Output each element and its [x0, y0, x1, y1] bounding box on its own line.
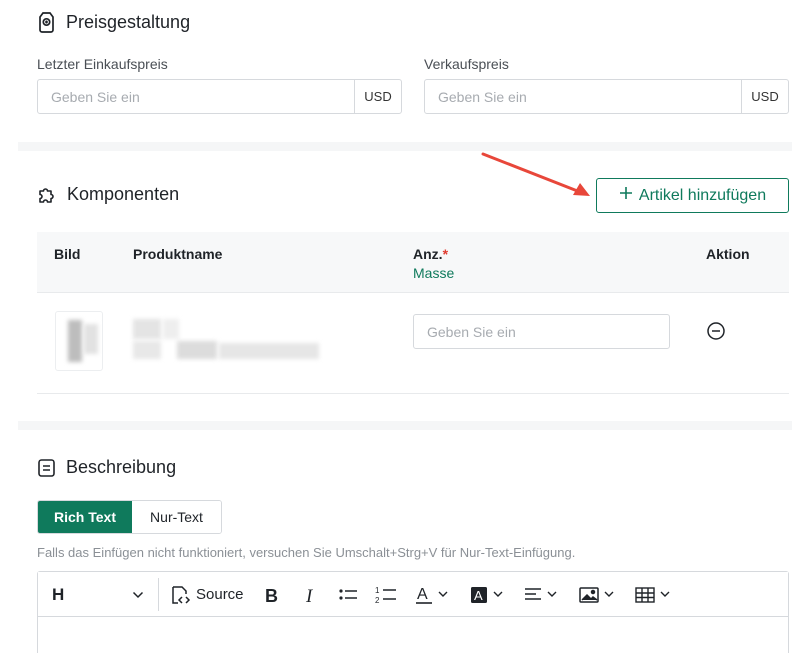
add-item-button[interactable]: Artikel hinzufügen [596, 178, 789, 213]
svg-text:A: A [417, 586, 428, 603]
product-thumbnail [55, 311, 103, 371]
svg-text:A: A [474, 588, 483, 603]
align-dropdown[interactable] [524, 572, 557, 617]
font-color-icon: A [415, 585, 433, 605]
last-purchase-price-label: Letzter Einkaufspreis [37, 56, 168, 72]
italic-icon: I [304, 586, 318, 604]
rich-text-editor: H Source B I 12 A A [37, 571, 789, 653]
remove-row-button[interactable] [706, 321, 726, 341]
quantity-input[interactable] [413, 314, 670, 349]
pricing-section-title: Preisgestaltung [37, 11, 190, 33]
sale-price-label: Verkaufspreis [424, 56, 509, 72]
table-row [37, 293, 789, 394]
toolbar-separator [158, 578, 159, 611]
italic-button[interactable]: I [304, 572, 318, 617]
last-purchase-price-field: USD [37, 79, 402, 114]
chevron-down-icon [547, 591, 557, 598]
section-divider [18, 421, 792, 430]
sale-price-input[interactable] [425, 80, 741, 113]
currency-addon: USD [354, 80, 401, 113]
bullet-list-button[interactable] [338, 572, 358, 617]
document-icon [37, 458, 56, 478]
text-mode-toggle: Rich Text Nur-Text [37, 500, 222, 534]
tab-rich-text[interactable]: Rich Text [38, 501, 132, 533]
numbered-list-icon: 12 [375, 585, 397, 605]
table-icon [635, 586, 655, 604]
column-action: Aktion [706, 246, 750, 262]
chevron-down-icon [132, 591, 144, 599]
editor-content-area[interactable] [38, 618, 788, 653]
align-left-icon [524, 587, 542, 603]
editor-toolbar: H Source B I 12 A A [38, 572, 788, 617]
chevron-down-icon [493, 591, 503, 598]
section-divider [18, 142, 792, 151]
table-dropdown[interactable] [635, 572, 670, 617]
chevron-down-icon [660, 591, 670, 598]
required-mark: * [442, 246, 449, 262]
source-code-icon [169, 584, 191, 606]
numbered-list-button[interactable]: 12 [375, 572, 397, 617]
add-item-label: Artikel hinzufügen [638, 186, 767, 204]
column-quantity-label: Anz. [413, 246, 443, 262]
tab-plain-text[interactable]: Nur-Text [132, 501, 221, 533]
background-color-icon: A [470, 586, 488, 604]
image-icon [579, 586, 599, 604]
source-label: Source [196, 586, 244, 603]
minus-circle-icon [706, 322, 726, 345]
product-name-redacted [133, 315, 323, 365]
svg-text:1: 1 [375, 586, 380, 595]
column-image: Bild [54, 246, 81, 262]
bold-icon: B [264, 586, 280, 604]
svg-text:2: 2 [375, 596, 380, 605]
description-section-title: Beschreibung [37, 457, 176, 478]
image-dropdown[interactable] [579, 572, 614, 617]
heading-label: H [52, 584, 65, 604]
quantity-unit-link[interactable]: Masse [413, 265, 454, 281]
bold-button[interactable]: B [264, 572, 280, 617]
font-color-dropdown[interactable]: A [415, 572, 448, 617]
pricing-title: Preisgestaltung [66, 11, 191, 32]
currency-addon: USD [741, 80, 788, 113]
puzzle-icon [37, 185, 57, 205]
plus-icon [619, 186, 633, 205]
chevron-down-icon [438, 591, 448, 598]
components-table-header: Bild Produktname Anz.* Masse Aktion [37, 232, 789, 293]
paste-hint: Falls das Einfügen nicht funktioniert, v… [37, 545, 576, 560]
description-title: Beschreibung [66, 457, 177, 477]
price-tag-icon [37, 11, 56, 33]
background-color-dropdown[interactable]: A [470, 572, 503, 617]
sale-price-field: USD [424, 79, 789, 114]
column-quantity: Anz.* [413, 246, 448, 262]
column-product-name: Produktname [133, 246, 223, 262]
heading-dropdown[interactable]: H [52, 572, 148, 617]
last-purchase-price-input[interactable] [38, 80, 354, 113]
chevron-down-icon [604, 591, 614, 598]
components-section-title: Komponenten [37, 184, 179, 205]
source-button[interactable]: Source [169, 572, 244, 617]
bullet-list-icon [338, 586, 358, 604]
annotation-arrow-icon [481, 152, 590, 196]
svg-text:I: I [305, 586, 314, 604]
svg-text:B: B [265, 586, 278, 604]
components-title: Komponenten [67, 184, 180, 204]
